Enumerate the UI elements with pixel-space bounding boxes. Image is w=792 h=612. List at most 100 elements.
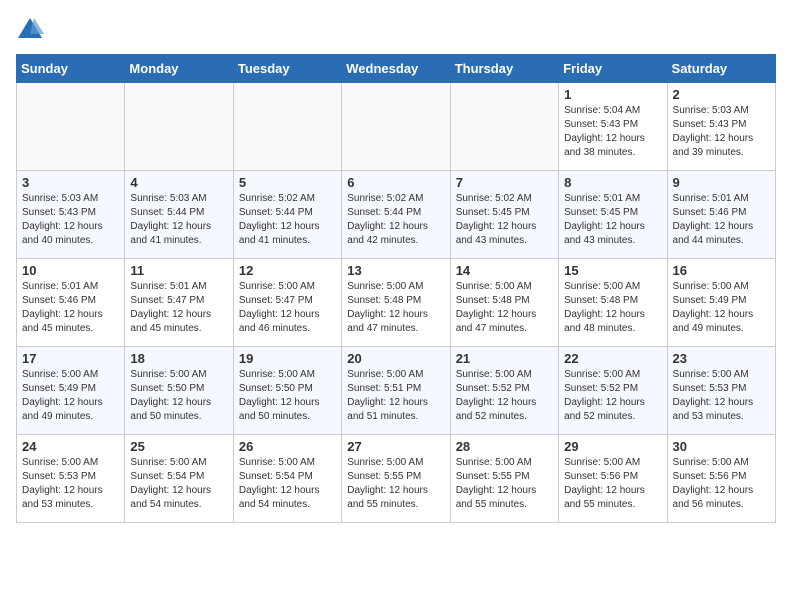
day-number: 9 (673, 175, 770, 190)
calendar-cell: 13 Sunrise: 5:00 AM Sunset: 5:48 PM Dayli… (342, 259, 450, 347)
day-info: Sunrise: 5:01 AM Sunset: 5:47 PM Dayligh… (130, 280, 227, 336)
day-info: Sunrise: 5:00 AM Sunset: 5:56 PM Dayligh… (564, 456, 661, 512)
day-number: 4 (130, 175, 227, 190)
calendar-cell: 12 Sunrise: 5:00 AM Sunset: 5:47 PM Dayli… (233, 259, 341, 347)
day-number: 11 (130, 263, 227, 278)
day-number: 15 (564, 263, 661, 278)
day-info: Sunrise: 5:04 AM Sunset: 5:43 PM Dayligh… (564, 104, 661, 160)
day-number: 22 (564, 351, 661, 366)
day-number: 20 (347, 351, 444, 366)
calendar-cell: 2Sunrise: 5:03 AM Sunset: 5:43 PM Daylig… (667, 83, 775, 171)
day-info: Sunrise: 5:00 AM Sunset: 5:52 PM Dayligh… (564, 368, 661, 424)
day-number: 10 (22, 263, 119, 278)
day-info: Sunrise: 5:00 AM Sunset: 5:48 PM Dayligh… (564, 280, 661, 336)
calendar-cell: 16Sunrise: 5:00 AM Sunset: 5:49 PM Dayli… (667, 259, 775, 347)
calendar-cell (450, 83, 558, 171)
day-info: Sunrise: 5:00 AM Sunset: 5:56 PM Dayligh… (673, 456, 770, 512)
day-info: Sunrise: 5:00 AM Sunset: 5:50 PM Dayligh… (130, 368, 227, 424)
day-number: 16 (673, 263, 770, 278)
calendar-cell: 1 Sunrise: 5:04 AM Sunset: 5:43 PM Daylig… (559, 83, 667, 171)
day-number: 6 (347, 175, 444, 190)
day-info: Sunrise: 5:00 AM Sunset: 5:49 PM Dayligh… (22, 368, 119, 424)
day-info: Sunrise: 5:01 AM Sunset: 5:46 PM Dayligh… (22, 280, 119, 336)
day-info: Sunrise: 5:00 AM Sunset: 5:50 PM Dayligh… (239, 368, 336, 424)
day-info: Sunrise: 5:00 AM Sunset: 5:47 PM Dayligh… (239, 280, 336, 336)
day-number: 24 (22, 439, 119, 454)
page-header (16, 16, 776, 44)
calendar-cell: 5 Sunrise: 5:02 AM Sunset: 5:44 PM Daylig… (233, 171, 341, 259)
day-number: 7 (456, 175, 553, 190)
day-number: 28 (456, 439, 553, 454)
calendar-table: SundayMondayTuesdayWednesdayThursdayFrid… (16, 54, 776, 523)
calendar-cell: 26 Sunrise: 5:00 AM Sunset: 5:54 PM Dayli… (233, 435, 341, 523)
day-number: 27 (347, 439, 444, 454)
calendar-cell (233, 83, 341, 171)
day-info: Sunrise: 5:00 AM Sunset: 5:54 PM Dayligh… (239, 456, 336, 512)
calendar-cell: 24Sunrise: 5:00 AM Sunset: 5:53 PM Dayli… (17, 435, 125, 523)
day-info: Sunrise: 5:00 AM Sunset: 5:51 PM Dayligh… (347, 368, 444, 424)
calendar-cell: 6 Sunrise: 5:02 AM Sunset: 5:44 PM Daylig… (342, 171, 450, 259)
day-info: Sunrise: 5:01 AM Sunset: 5:45 PM Dayligh… (564, 192, 661, 248)
day-info: Sunrise: 5:00 AM Sunset: 5:48 PM Dayligh… (347, 280, 444, 336)
calendar-cell (17, 83, 125, 171)
calendar-cell: 8 Sunrise: 5:01 AM Sunset: 5:45 PM Daylig… (559, 171, 667, 259)
day-info: Sunrise: 5:00 AM Sunset: 5:55 PM Dayligh… (347, 456, 444, 512)
day-number: 18 (130, 351, 227, 366)
calendar-cell: 20 Sunrise: 5:00 AM Sunset: 5:51 PM Dayli… (342, 347, 450, 435)
calendar-cell (342, 83, 450, 171)
day-number: 13 (347, 263, 444, 278)
calendar-cell: 23 Sunrise: 5:00 AM Sunset: 5:53 PM Dayli… (667, 347, 775, 435)
day-number: 25 (130, 439, 227, 454)
calendar-cell: 25 Sunrise: 5:00 AM Sunset: 5:54 PM Dayli… (125, 435, 233, 523)
calendar-week-row: 10 Sunrise: 5:01 AM Sunset: 5:46 PM Dayli… (17, 259, 776, 347)
calendar-cell: 18 Sunrise: 5:00 AM Sunset: 5:50 PM Dayli… (125, 347, 233, 435)
day-number: 3 (22, 175, 119, 190)
weekday-header-row: SundayMondayTuesdayWednesdayThursdayFrid… (17, 55, 776, 83)
day-number: 17 (22, 351, 119, 366)
calendar-week-row: 24Sunrise: 5:00 AM Sunset: 5:53 PM Dayli… (17, 435, 776, 523)
calendar-cell: 10 Sunrise: 5:01 AM Sunset: 5:46 PM Dayli… (17, 259, 125, 347)
weekday-header: Saturday (667, 55, 775, 83)
calendar-week-row: 1 Sunrise: 5:04 AM Sunset: 5:43 PM Daylig… (17, 83, 776, 171)
weekday-header: Tuesday (233, 55, 341, 83)
day-number: 30 (673, 439, 770, 454)
day-info: Sunrise: 5:02 AM Sunset: 5:44 PM Dayligh… (239, 192, 336, 248)
day-info: Sunrise: 5:03 AM Sunset: 5:43 PM Dayligh… (22, 192, 119, 248)
calendar-cell: 27 Sunrise: 5:00 AM Sunset: 5:55 PM Dayli… (342, 435, 450, 523)
calendar-cell: 19Sunrise: 5:00 AM Sunset: 5:50 PM Dayli… (233, 347, 341, 435)
calendar-cell: 4 Sunrise: 5:03 AM Sunset: 5:44 PM Daylig… (125, 171, 233, 259)
day-info: Sunrise: 5:03 AM Sunset: 5:43 PM Dayligh… (673, 104, 770, 160)
day-info: Sunrise: 5:03 AM Sunset: 5:44 PM Dayligh… (130, 192, 227, 248)
calendar-cell: 22 Sunrise: 5:00 AM Sunset: 5:52 PM Dayli… (559, 347, 667, 435)
calendar-cell: 7 Sunrise: 5:02 AM Sunset: 5:45 PM Daylig… (450, 171, 558, 259)
weekday-header: Friday (559, 55, 667, 83)
day-number: 12 (239, 263, 336, 278)
day-number: 26 (239, 439, 336, 454)
calendar-cell: 14 Sunrise: 5:00 AM Sunset: 5:48 PM Dayli… (450, 259, 558, 347)
day-info: Sunrise: 5:02 AM Sunset: 5:45 PM Dayligh… (456, 192, 553, 248)
day-info: Sunrise: 5:00 AM Sunset: 5:48 PM Dayligh… (456, 280, 553, 336)
calendar-cell: 9 Sunrise: 5:01 AM Sunset: 5:46 PM Daylig… (667, 171, 775, 259)
day-info: Sunrise: 5:00 AM Sunset: 5:53 PM Dayligh… (673, 368, 770, 424)
logo (16, 16, 48, 44)
weekday-header: Sunday (17, 55, 125, 83)
weekday-header: Monday (125, 55, 233, 83)
day-info: Sunrise: 5:01 AM Sunset: 5:46 PM Dayligh… (673, 192, 770, 248)
calendar-cell: 17 Sunrise: 5:00 AM Sunset: 5:49 PM Dayli… (17, 347, 125, 435)
calendar-cell (125, 83, 233, 171)
calendar-week-row: 17 Sunrise: 5:00 AM Sunset: 5:49 PM Dayli… (17, 347, 776, 435)
day-number: 14 (456, 263, 553, 278)
calendar-cell: 28 Sunrise: 5:00 AM Sunset: 5:55 PM Dayli… (450, 435, 558, 523)
day-number: 8 (564, 175, 661, 190)
weekday-header: Wednesday (342, 55, 450, 83)
day-number: 29 (564, 439, 661, 454)
calendar-cell: 29 Sunrise: 5:00 AM Sunset: 5:56 PM Dayli… (559, 435, 667, 523)
calendar-week-row: 3 Sunrise: 5:03 AM Sunset: 5:43 PM Daylig… (17, 171, 776, 259)
day-info: Sunrise: 5:02 AM Sunset: 5:44 PM Dayligh… (347, 192, 444, 248)
calendar-cell: 3 Sunrise: 5:03 AM Sunset: 5:43 PM Daylig… (17, 171, 125, 259)
day-number: 1 (564, 87, 661, 102)
day-number: 23 (673, 351, 770, 366)
day-info: Sunrise: 5:00 AM Sunset: 5:54 PM Dayligh… (130, 456, 227, 512)
day-number: 5 (239, 175, 336, 190)
day-info: Sunrise: 5:00 AM Sunset: 5:55 PM Dayligh… (456, 456, 553, 512)
